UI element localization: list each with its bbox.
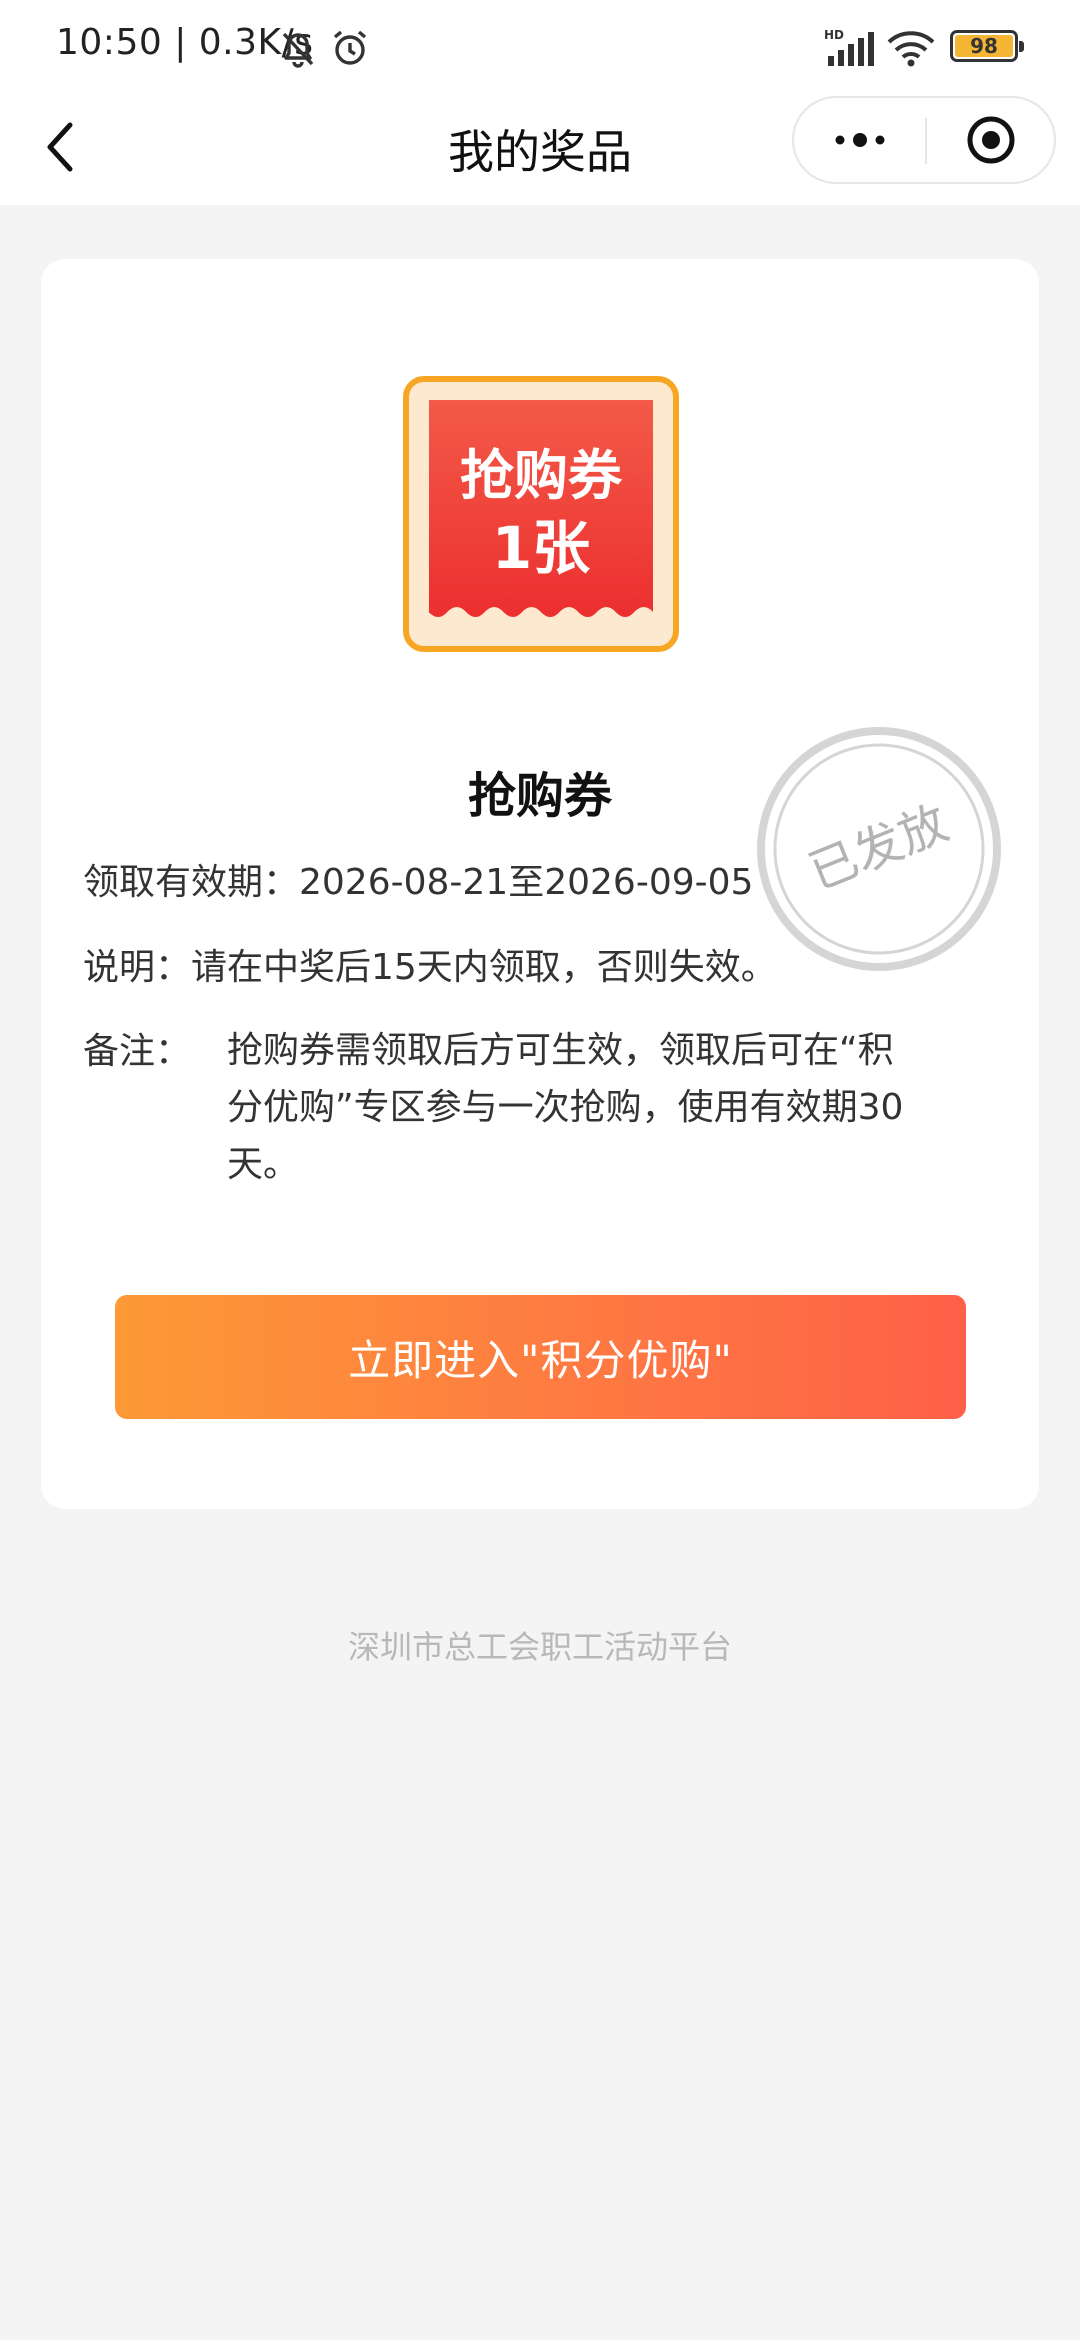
coupon-image: 抢购券 1张 <box>403 376 679 652</box>
coupon-image-count: 1张 <box>492 514 590 582</box>
nav-bar: 我的奖品 <box>0 90 1080 205</box>
battery-level: 98 <box>955 35 1013 57</box>
signal-icon: HD <box>824 28 876 72</box>
stamp-text: 已发放 <box>801 795 956 901</box>
prize-card: 抢购券 1张 抢购券 领取有效期：2026-08-21至2026-09-05 说… <box>41 259 1039 1509</box>
issued-stamp: 已发放 <box>754 724 1004 974</box>
validity-period: 领取有效期：2026-08-21至2026-09-05 <box>83 862 754 903</box>
more-dots-icon <box>835 133 885 147</box>
target-close-icon <box>967 116 1015 164</box>
close-mini-program-button[interactable] <box>926 98 1056 182</box>
alarm-clock-icon <box>328 26 372 74</box>
more-button[interactable] <box>794 98 926 182</box>
battery-icon: 98 <box>950 30 1024 62</box>
enter-points-shop-button[interactable]: 立即进入"积分优购" <box>115 1295 966 1419</box>
description-text: 说明：请在中奖后15天内领取，否则失效。 <box>83 947 777 988</box>
coupon-image-title: 抢购券 <box>460 444 623 507</box>
status-time: 10:50 | 0.3K/s <box>56 22 314 63</box>
bell-muted-icon <box>276 26 320 74</box>
remark-label: 备注： <box>83 1031 192 1072</box>
network-label: HD <box>824 28 844 42</box>
mini-program-capsule <box>792 96 1056 184</box>
status-bar: 10:50 | 0.3K/s HD 98 <box>0 0 1080 90</box>
remark-text: 抢购券需领取后方可生效，领取后可在“积分优购”专区参与一次抢购，使用有效期30天… <box>227 1030 904 1185</box>
footer-text: 深圳市总工会职工活动平台 <box>347 1628 732 1666</box>
wifi-icon <box>886 28 936 72</box>
